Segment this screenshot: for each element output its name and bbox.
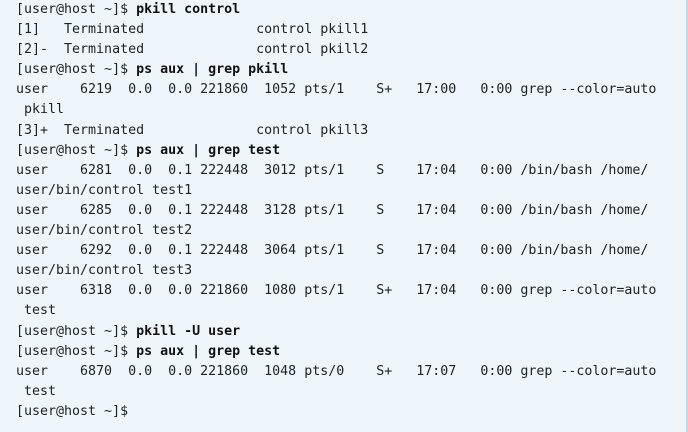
terminal-line-output: user 6219 0.0 0.0 221860 1052 pts/1 S+ 1… — [16, 82, 657, 98]
shell-prompt: [user@host ~]$ — [16, 62, 137, 78]
shell-prompt: [user@host ~]$ — [16, 343, 137, 359]
terminal-line-output: user 6285 0.0 0.1 222448 3128 pts/1 S 17… — [16, 202, 649, 218]
shell-prompt: [user@host ~]$ — [16, 2, 137, 17]
terminal-line-output: user 6292 0.0 0.1 222448 3064 pts/1 S 17… — [16, 243, 649, 259]
terminal-line-output: user 6870 0.0 0.0 221860 1048 pts/0 S+ 1… — [16, 363, 657, 379]
terminal-line-command: [user@host ~]$ pkill -U user — [0, 322, 686, 342]
terminal-line-output: test — [16, 383, 57, 399]
shell-prompt: [user@host ~]$ — [16, 142, 137, 158]
terminal-line-command: [user@host ~]$ ps aux | grep test — [0, 141, 686, 161]
terminal-line-output: [2]- Terminated control pkill2 — [16, 42, 369, 58]
terminal-output[interactable]: [user@host ~]$ pkill control [1] Termina… — [0, 0, 688, 432]
terminal-line-command[interactable]: [user@host ~]$ — [0, 402, 686, 422]
terminal-line-output: user/bin/control test3 — [16, 263, 193, 279]
terminal-line-output: user/bin/control test1 — [16, 182, 193, 198]
terminal-line-command: [user@host ~]$ pkill control — [0, 0, 686, 20]
typed-command: ps aux | grep pkill — [136, 62, 289, 78]
terminal-line-output: user/bin/control test2 — [16, 223, 193, 239]
terminal-line-output: test — [16, 303, 57, 319]
shell-prompt: [user@host ~]$ — [16, 403, 129, 419]
terminal-line-output: [3]+ Terminated control pkill3 — [16, 122, 369, 138]
typed-command: pkill control — [136, 2, 241, 17]
terminal-line-output: user 6281 0.0 0.1 222448 3012 pts/1 S 17… — [16, 162, 649, 178]
terminal-line-output: user 6318 0.0 0.0 221860 1080 pts/1 S+ 1… — [16, 283, 657, 299]
typed-command: ps aux | grep test — [136, 343, 281, 359]
terminal-line-output: pkill — [16, 102, 65, 118]
shell-prompt: [user@host ~]$ — [16, 323, 137, 339]
typed-command: pkill -U user — [136, 323, 241, 339]
typed-command: ps aux | grep test — [136, 142, 281, 158]
terminal-line-command: [user@host ~]$ ps aux | grep test — [0, 342, 686, 362]
terminal-line-command: [user@host ~]$ ps aux | grep pkill — [0, 60, 686, 80]
terminal-line-output: [1] Terminated control pkill1 — [16, 22, 369, 38]
